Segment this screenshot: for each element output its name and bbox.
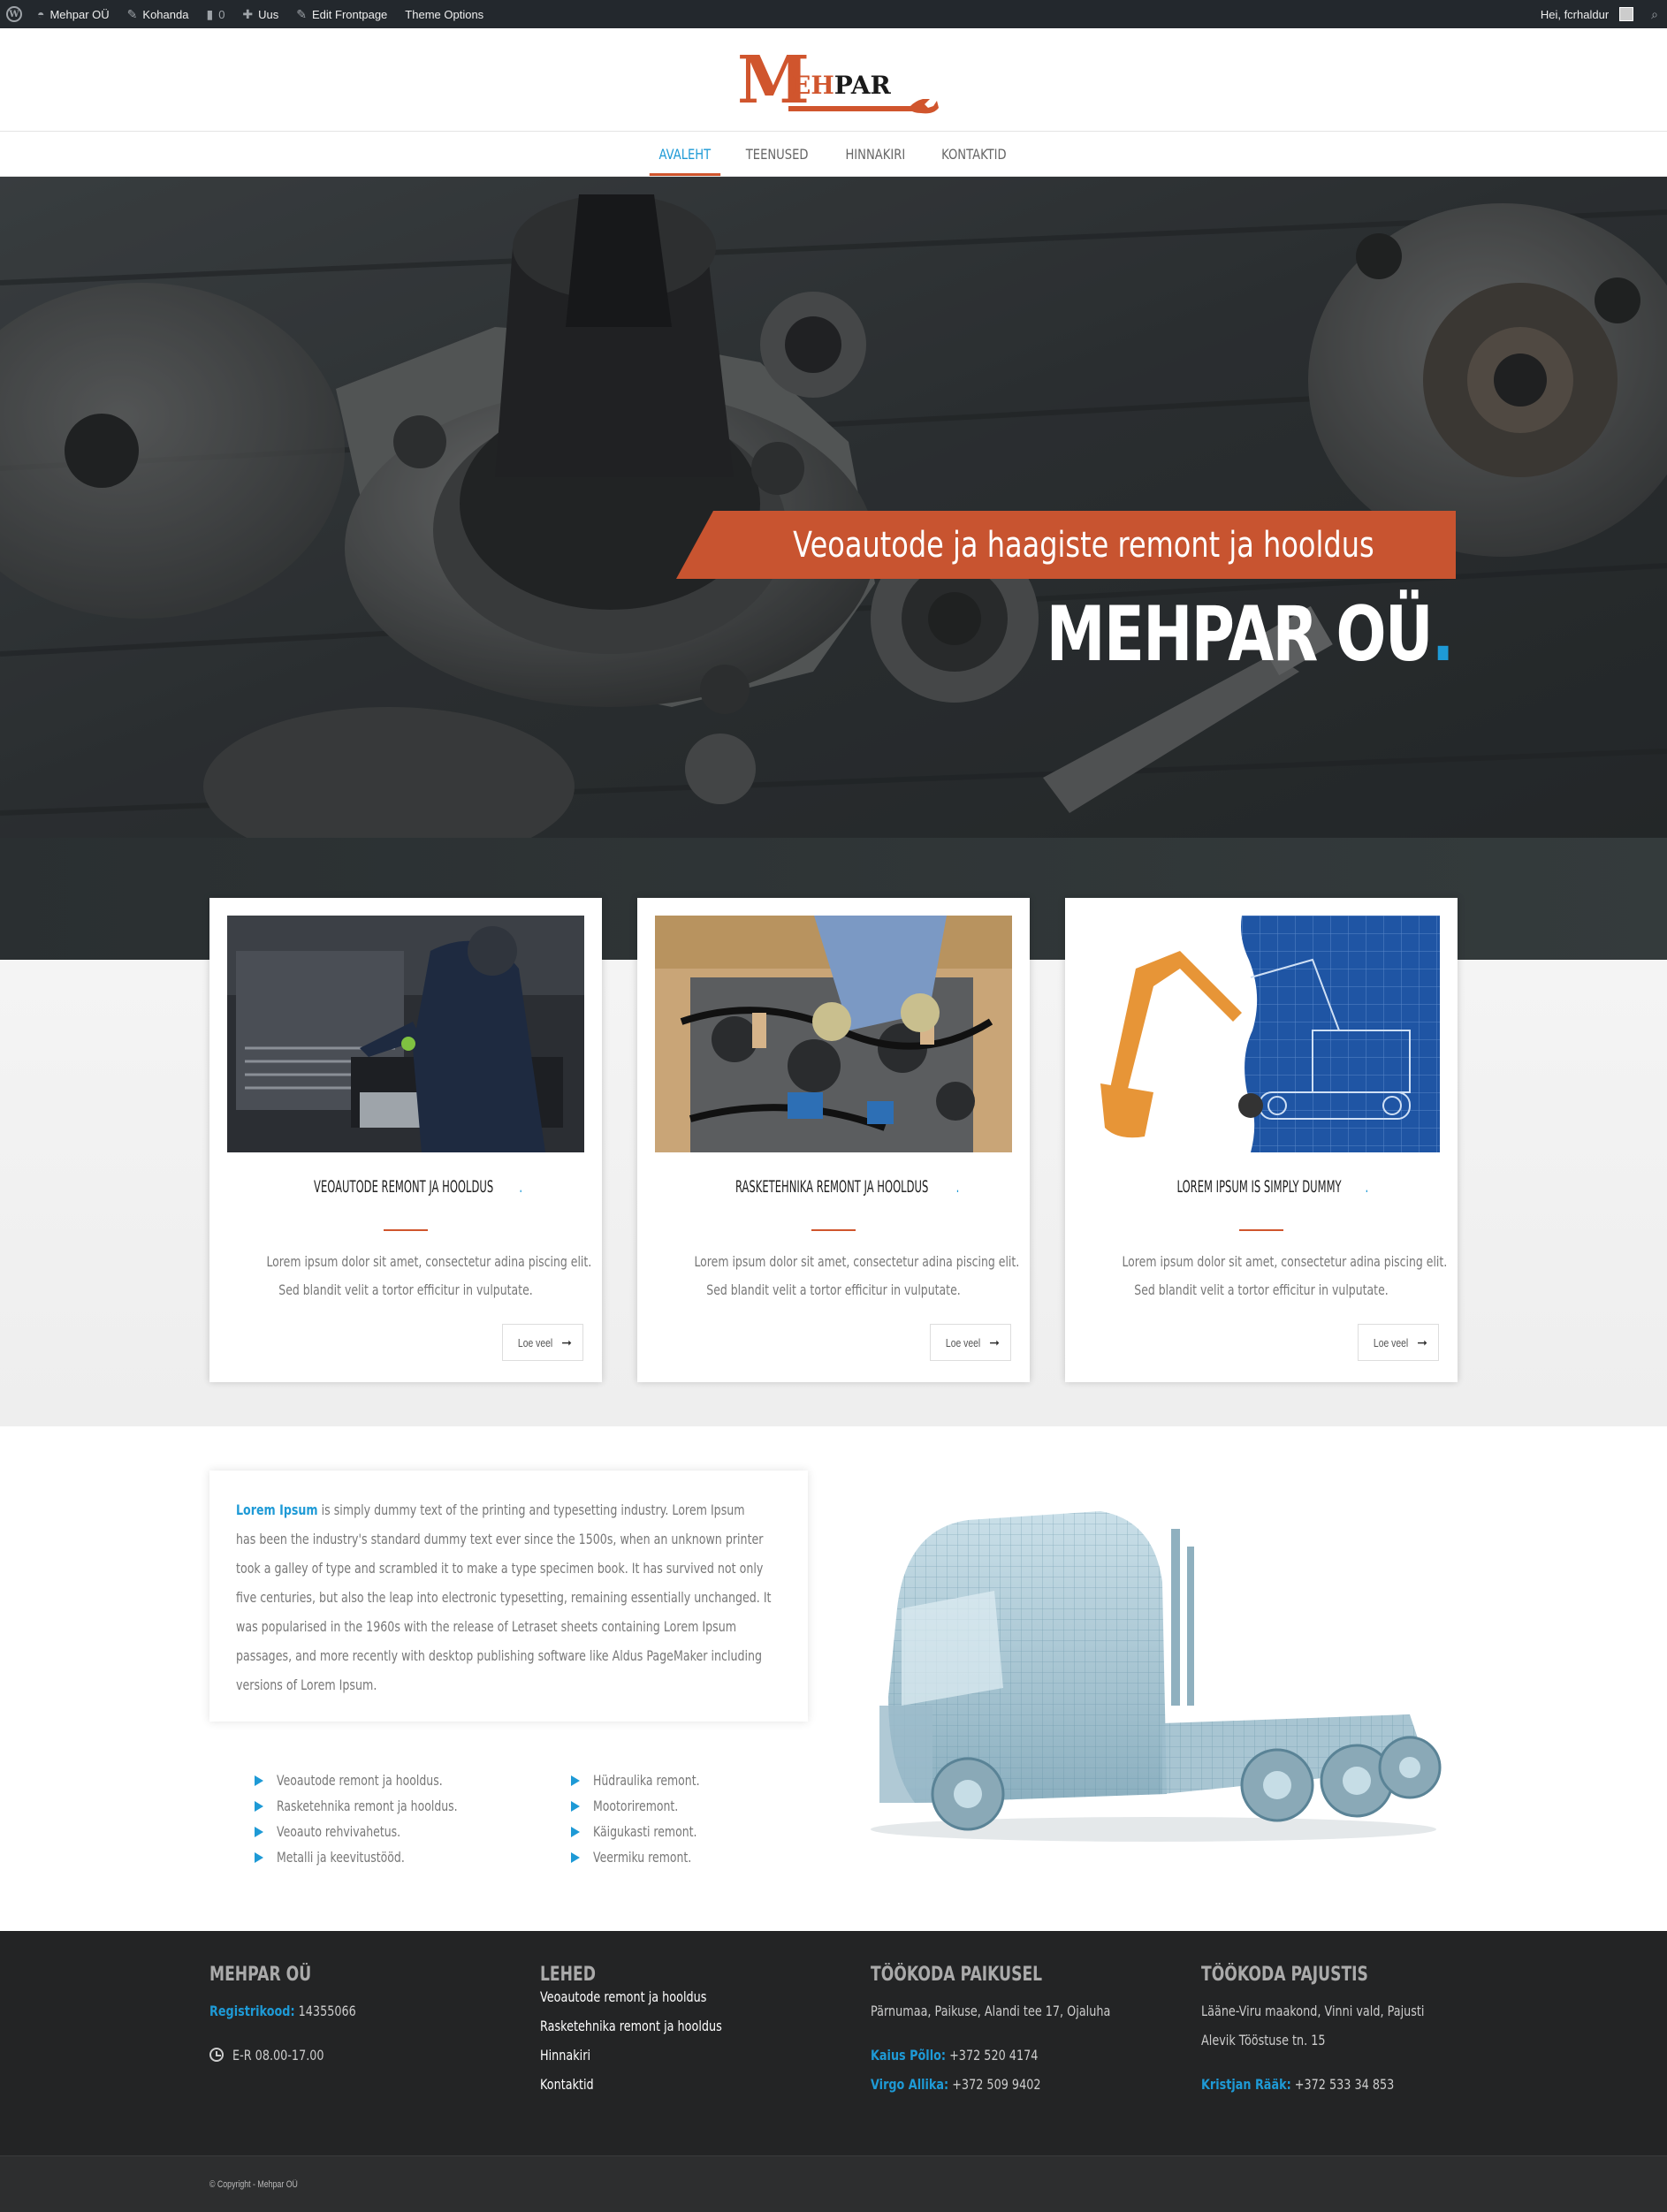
footer-address: Lääne-Viru maakond, Vinni vald, Pajusti: [1201, 2003, 1425, 2019]
read-more-button[interactable]: Loe veel ➞: [930, 1324, 1011, 1361]
list-item: Mootoriremont.: [571, 1793, 730, 1819]
card-description: Lorem ipsum dolor sit amet, consectetur …: [1122, 1253, 1448, 1298]
triangle-bullet-icon: [255, 1775, 263, 1786]
my-account-button[interactable]: Hei, fcrhaldur: [1532, 0, 1642, 28]
plus-icon: ✚: [242, 6, 254, 21]
triangle-bullet-icon: [255, 1851, 263, 1863]
hero-subtitle: Veoautode ja haagiste remont ja hooldus: [793, 524, 1374, 566]
admin-search-button[interactable]: ⌕: [1642, 0, 1667, 28]
card-description: Lorem ipsum dolor sit amet, consectetur …: [694, 1253, 1020, 1298]
footer-heading: TÖÖKODA PAJUSTIS: [1201, 1964, 1368, 1986]
list-item: Rasketehnika remont ja hooldus.: [255, 1793, 508, 1819]
card-title: VEOAUTODE REMONT JA HOOLDUS.: [314, 1177, 523, 1197]
service-card-veoautod: VEOAUTODE REMONT JA HOOLDUS. Lorem ipsum…: [209, 898, 602, 1382]
admin-bar: W ◓ Mehpar OÜ ✎ Kohanda ▮ 0 ✚ Uus ✎ Edit…: [0, 0, 1667, 28]
footer-link[interactable]: Kontaktid: [540, 2070, 767, 2099]
footer-contact: Virgo Allika: +372 509 9402: [871, 2076, 1041, 2093]
services-list-right: Hüdraulika remont. Mootoriremont. Käiguk…: [571, 1767, 730, 1870]
site-logo[interactable]: M EHPAR: [734, 44, 939, 117]
comment-icon: ▮: [206, 6, 214, 21]
footer-link[interactable]: Hinnakiri: [540, 2041, 767, 2070]
card-image-excavator-blueprint: [1083, 916, 1440, 1152]
footer-registry: Registrikood: 14355066: [209, 2003, 356, 2019]
list-item: Veoautode remont ja hooldus.: [255, 1767, 508, 1793]
logo-par: PAR: [834, 71, 892, 100]
site-header: M EHPAR: [0, 28, 1667, 132]
wordpress-icon: W: [6, 6, 22, 22]
card-title: RASKETEHNIKA REMONT JA HOOLDUS.: [735, 1177, 959, 1197]
footer-column-paikuse: TÖÖKODA PAIKUSEL Pärnumaa, Paikuse, Alan…: [871, 1964, 1170, 2099]
list-item: Käigukasti remont.: [571, 1819, 730, 1844]
search-icon: ⌕: [1651, 6, 1658, 21]
site-name-button[interactable]: ◓ Mehpar OÜ: [28, 0, 118, 28]
footer-contact: Kristjan Rääk: +372 533 34 853: [1201, 2076, 1395, 2093]
list-item: Veoauto rehvivahetus.: [255, 1819, 508, 1844]
about-text-box: Lorem Ipsum is simply dummy text of the …: [209, 1471, 808, 1722]
customize-button[interactable]: ✎ Kohanda: [118, 0, 198, 28]
service-card-rasketehnika: RASKETEHNIKA REMONT JA HOOLDUS. Lorem ip…: [637, 898, 1030, 1382]
hero-title-dot: .: [1432, 590, 1454, 679]
new-content-button[interactable]: ✚ Uus: [233, 0, 287, 28]
card-description: Lorem ipsum dolor sit amet, consectetur …: [266, 1253, 592, 1298]
list-item: Hüdraulika remont.: [571, 1767, 730, 1793]
service-card-lorem: LOREM IPSUM IS SIMPLY DUMMY. Lorem ipsum…: [1065, 898, 1458, 1382]
copyright-text: © Copyright - Mehpar OÜ: [209, 2179, 298, 2190]
nav-item-hinnakiri[interactable]: HINNAKIRI: [836, 133, 915, 176]
card-image-engine: [655, 916, 1012, 1152]
footer-heading: MEHPAR OÜ: [209, 1964, 312, 1986]
card-title: LOREM IPSUM IS SIMPLY DUMMY.: [1176, 1177, 1369, 1197]
footer-address: Pärnumaa, Paikuse, Alandi tee 17, Ojaluh…: [871, 2003, 1111, 2019]
footer-link[interactable]: Rasketehnika remont ja hooldus: [540, 2011, 767, 2041]
wordpress-logo-button[interactable]: W: [0, 0, 28, 28]
hero-title: MEHPAR OÜ.: [1046, 590, 1455, 679]
pencil-icon: ✎: [296, 6, 308, 21]
footer-column-company: MEHPAR OÜ Registrikood: 14355066 E-R 08.…: [209, 1964, 392, 2070]
main-navigation: AVALEHT TEENUSED HINNAKIRI KONTAKTID: [0, 133, 1667, 177]
logo-word: EHPAR: [792, 71, 892, 100]
footer-link[interactable]: Veoautode remont ja hooldus: [540, 1982, 767, 2011]
arrow-right-icon: ➞: [1417, 1334, 1427, 1349]
footer-column-pajusti: TÖÖKODA PAJUSTIS Lääne-Viru maakond, Vin…: [1201, 1964, 1481, 2099]
triangle-bullet-icon: [571, 1800, 580, 1812]
nav-item-kontaktid[interactable]: KONTAKTID: [932, 133, 1016, 176]
comments-button[interactable]: ▮ 0: [197, 0, 233, 28]
footer-column-pages: LEHED Veoautode remont ja hooldus Rasket…: [540, 1964, 767, 2099]
theme-options-button[interactable]: Theme Options: [396, 0, 492, 28]
list-item: Metalli ja keevitustööd.: [255, 1844, 508, 1870]
triangle-bullet-icon: [571, 1775, 580, 1786]
footer-heading: TÖÖKODA PAIKUSEL: [871, 1964, 1043, 1986]
arrow-right-icon: ➞: [989, 1334, 1000, 1349]
clock-icon: [209, 2048, 224, 2062]
about-paragraph: Lorem Ipsum is simply dummy text of the …: [236, 1501, 772, 1693]
copyright-bar: © Copyright - Mehpar OÜ: [0, 2155, 1667, 2212]
hero-background-image: [0, 177, 1667, 838]
nav-item-teenused[interactable]: TEENUSED: [737, 133, 818, 176]
triangle-bullet-icon: [255, 1800, 263, 1812]
footer-address: Alevik Tööstuse tn. 15: [1201, 2032, 1326, 2049]
card-image-mechanic: [227, 916, 584, 1152]
services-list-left: Veoautode remont ja hooldus. Rasketehnik…: [255, 1767, 508, 1870]
edit-frontpage-button[interactable]: ✎ Edit Frontpage: [287, 0, 396, 28]
logo-eh: EH: [792, 71, 834, 100]
triangle-bullet-icon: [571, 1851, 580, 1863]
avatar: [1619, 7, 1634, 21]
read-more-button[interactable]: Loe veel ➞: [1358, 1324, 1439, 1361]
read-more-button[interactable]: Loe veel ➞: [502, 1324, 583, 1361]
card-divider: [384, 1229, 428, 1231]
nav-item-avaleht[interactable]: AVALEHT: [649, 133, 720, 176]
triangle-bullet-icon: [255, 1826, 263, 1837]
card-divider: [1239, 1229, 1283, 1231]
footer-contact: Kaius Põllo: +372 520 4174: [871, 2047, 1039, 2064]
triangle-bullet-icon: [571, 1826, 580, 1837]
hero-section: MEHPAR OÜ.: [0, 177, 1667, 838]
card-divider: [811, 1229, 856, 1231]
footer-hours: E-R 08.00-17.00: [209, 2041, 392, 2070]
wrench-icon: [788, 99, 939, 114]
arrow-right-icon: ➞: [561, 1334, 572, 1349]
truck-wireframe-image: [871, 1511, 1442, 1842]
list-item: Veermiku remont.: [571, 1844, 730, 1870]
dashboard-icon: ◓: [37, 7, 45, 21]
brush-icon: ✎: [126, 6, 138, 21]
